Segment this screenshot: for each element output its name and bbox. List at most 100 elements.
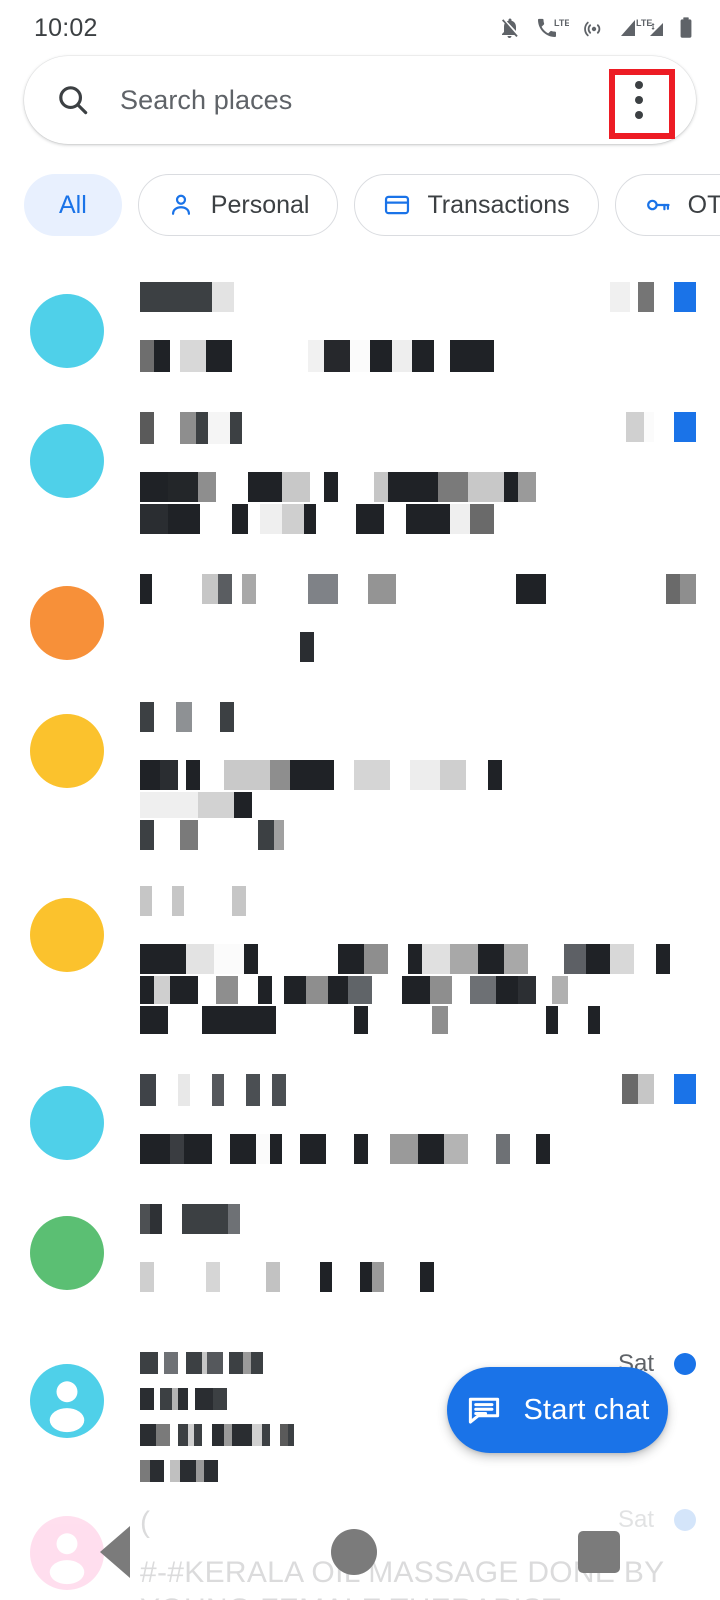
redacted-block — [444, 1134, 468, 1164]
status-bar: 10:02 LTE LTE — [0, 0, 720, 56]
conversation-row[interactable] — [0, 386, 720, 548]
redacted-block — [184, 886, 232, 916]
redacted-block — [252, 1424, 262, 1446]
more-vertical-icon — [635, 81, 643, 119]
redacted-block — [308, 574, 338, 604]
redacted-block — [140, 702, 154, 732]
redacted-block — [488, 760, 502, 790]
redacted-block — [140, 976, 154, 1004]
search-bar-container: Search places — [0, 56, 720, 144]
redacted-block — [434, 340, 450, 372]
redacted-block — [230, 1134, 256, 1164]
redacted-text-line — [140, 1262, 696, 1292]
redacted-block — [354, 1006, 368, 1034]
filter-chips: All Personal Transactions OT — [0, 144, 720, 258]
redacted-block — [180, 820, 198, 850]
redacted-block — [348, 976, 372, 1004]
conversation-body — [128, 574, 696, 662]
conversation-row[interactable] — [0, 258, 720, 386]
conversation-row[interactable] — [0, 1178, 720, 1306]
conversation-avatar — [30, 1216, 104, 1290]
redacted-block — [422, 944, 450, 974]
redacted-block — [450, 944, 478, 974]
redacted-block — [140, 412, 154, 444]
redacted-block — [374, 472, 388, 502]
redacted-block — [334, 760, 354, 790]
redacted-block — [270, 1424, 280, 1446]
redacted-block — [368, 1134, 390, 1164]
redacted-block — [232, 1424, 252, 1446]
redacted-block — [326, 1134, 354, 1164]
redacted-block — [390, 760, 410, 790]
redacted-block — [622, 1074, 638, 1104]
redacted-block — [152, 574, 202, 604]
redacted-block — [178, 1424, 188, 1446]
conversation-avatar — [30, 294, 104, 368]
redacted-block — [274, 820, 284, 850]
redacted-block — [140, 1262, 154, 1292]
redacted-block — [242, 574, 256, 604]
redacted-block — [354, 1134, 368, 1164]
start-chat-fab[interactable]: Start chat — [447, 1367, 668, 1453]
redacted-block — [202, 574, 218, 604]
filter-chip-label: All — [59, 190, 87, 219]
redacted-block — [610, 282, 630, 312]
redacted-block — [178, 1352, 186, 1374]
filter-chip-all[interactable]: All — [24, 174, 122, 236]
redacted-block — [178, 1388, 188, 1410]
chat-compose-icon — [465, 1391, 503, 1429]
redacted-text-line — [140, 1460, 696, 1482]
unread-indicator — [674, 282, 696, 312]
redacted-text-line — [140, 412, 696, 444]
redacted-block — [195, 1388, 213, 1410]
redacted-block — [140, 1424, 156, 1446]
redacted-text-line — [140, 632, 696, 662]
redacted-block — [478, 944, 504, 974]
redacted-block — [408, 944, 422, 974]
redacted-block — [300, 632, 314, 662]
redacted-block — [204, 1460, 218, 1482]
redacted-block — [229, 1352, 243, 1374]
redacted-block — [644, 412, 654, 442]
redacted-block — [232, 886, 246, 916]
redacted-text-line — [140, 944, 696, 974]
redacted-block — [232, 340, 308, 372]
conversation-row[interactable] — [0, 548, 720, 676]
conversation-title: ( — [140, 1506, 151, 1539]
filter-chip-transactions[interactable]: Transactions — [354, 174, 599, 236]
redacted-block — [440, 760, 466, 790]
redacted-block — [552, 976, 568, 1004]
redacted-block — [220, 1262, 266, 1292]
overflow-menu-button[interactable] — [606, 64, 672, 136]
redacted-block — [140, 1074, 156, 1106]
redacted-block — [182, 1204, 228, 1234]
search-input[interactable]: Search places — [120, 85, 606, 116]
conversation-row[interactable] — [0, 864, 720, 1048]
redacted-block — [234, 792, 252, 818]
redacted-block — [198, 792, 234, 818]
unread-indicator — [674, 412, 696, 442]
redacted-block — [256, 1134, 270, 1164]
redacted-block — [140, 1388, 154, 1410]
conversation-row[interactable]: (#-#KERALA OIL MASSAGE DONE BY YOUNG FEM… — [0, 1482, 720, 1600]
redacted-block — [202, 1424, 212, 1446]
redacted-block — [180, 340, 206, 372]
redacted-block — [208, 412, 230, 444]
credit-card-icon — [383, 191, 411, 219]
redacted-text-line — [140, 886, 696, 916]
redacted-block — [316, 504, 356, 534]
unread-indicator — [674, 1509, 696, 1531]
redacted-block — [370, 340, 392, 372]
battery-icon — [678, 15, 694, 41]
start-chat-label: Start chat — [523, 1393, 650, 1426]
redacted-block — [232, 574, 242, 604]
redacted-block — [258, 976, 272, 1004]
search-bar[interactable]: Search places — [24, 56, 696, 144]
conversation-avatar — [30, 714, 104, 788]
conversation-row[interactable] — [0, 676, 720, 864]
redacted-block — [246, 1074, 260, 1106]
redacted-block — [420, 1262, 434, 1292]
filter-chip-otps[interactable]: OTPs — [614, 174, 720, 236]
filter-chip-personal[interactable]: Personal — [137, 174, 339, 236]
conversation-row[interactable] — [0, 1048, 720, 1178]
